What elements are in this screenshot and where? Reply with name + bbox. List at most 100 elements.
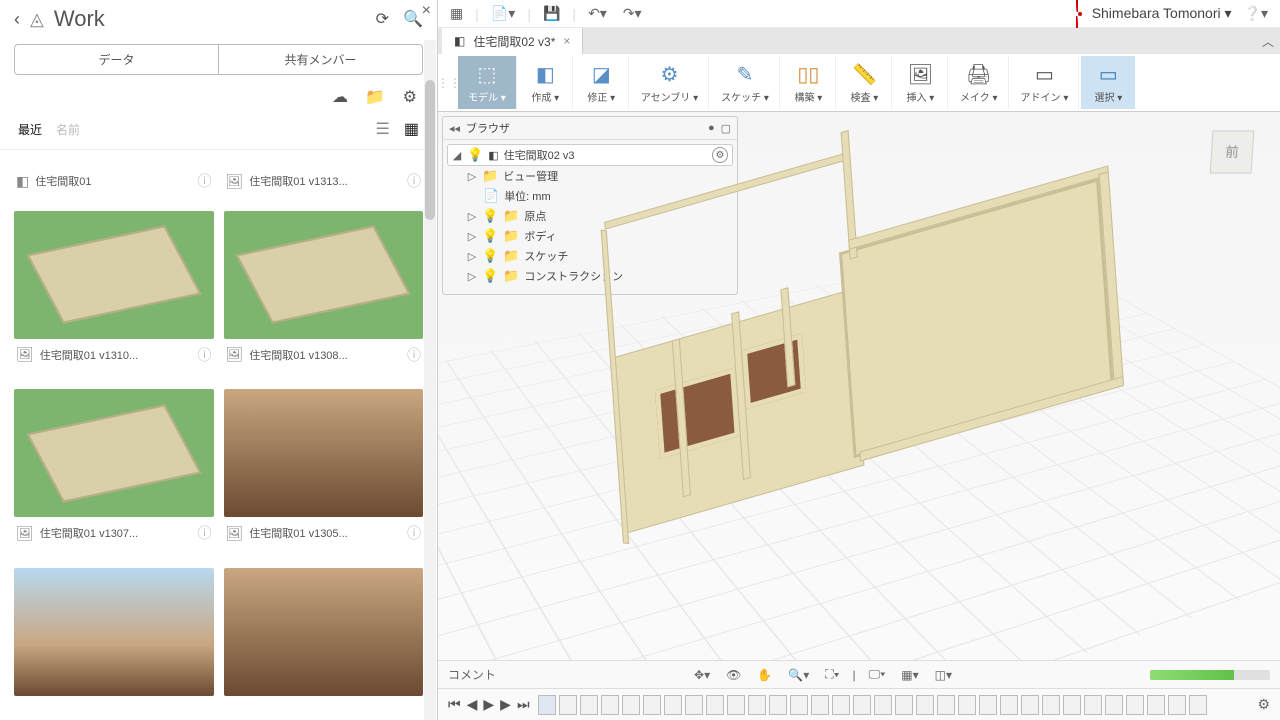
select-button[interactable]: ▭選択 ▾	[1081, 56, 1135, 109]
pan-icon[interactable]: ✋	[754, 668, 775, 682]
file-tab[interactable]: ◧ 住宅間取02 v3* ×	[442, 28, 583, 54]
grid-view-icon[interactable]: ▦	[404, 119, 419, 139]
info-icon[interactable]: ⓘ	[407, 171, 421, 191]
addin-button[interactable]: ▭アドイン ▾	[1011, 56, 1080, 109]
create-button[interactable]: ◧作成 ▾	[519, 56, 573, 109]
expand-icon[interactable]: ▷	[467, 250, 477, 263]
ribbon-grip[interactable]: ⋮⋮	[442, 56, 456, 109]
viewcube[interactable]: 前	[1202, 122, 1262, 182]
upload-icon[interactable]: ☁	[332, 89, 348, 106]
info-icon[interactable]: ⓘ	[198, 345, 212, 365]
timeline-prev-icon[interactable]: ◀	[467, 696, 478, 713]
timeline-end-icon[interactable]: ⏭	[517, 696, 530, 713]
expand-icon[interactable]: ▷	[467, 170, 477, 183]
folder-icon: 📁	[503, 228, 519, 244]
close-tab-icon[interactable]: ×	[563, 34, 570, 48]
timeline-settings-icon[interactable]: ⚙	[1257, 696, 1270, 713]
info-icon[interactable]: ⓘ	[198, 171, 212, 191]
info-icon[interactable]: ⓘ	[407, 523, 421, 543]
expand-icon[interactable]: ▷	[467, 230, 477, 243]
thumbnail[interactable]: 🖼住宅間取01 v1307...ⓘ	[14, 389, 214, 560]
assembly-button[interactable]: ⚙アセンブリ ▾	[631, 56, 709, 109]
folder-icon: 📁	[503, 248, 519, 264]
project-title: Work	[54, 6, 366, 32]
image-icon: 🖼	[226, 173, 244, 190]
close-panel-icon[interactable]: ×	[422, 2, 431, 20]
expand-icon[interactable]: ◢	[452, 149, 462, 162]
bulb-icon[interactable]: 💡	[467, 147, 483, 163]
viewport[interactable]: ◂◂ ブラウザ ● ▢ ◢ 💡 ◧ 住宅間取02 v3 ⚙ ▷📁ビュー管理 📄単…	[438, 112, 1280, 720]
data-panel: × ‹ ◬ Work ⟳ 🔍 データ 共有メンバー ☁ 📁 ⚙ 最近 名前 ☰ …	[0, 0, 438, 720]
thumbnail[interactable]	[14, 568, 214, 711]
image-icon: 🖼	[226, 525, 244, 542]
image-icon: 🖼	[16, 525, 34, 542]
undo-icon[interactable]: ↶▾	[584, 5, 611, 22]
refresh-icon[interactable]: ⟳	[376, 9, 389, 29]
sort-recent[interactable]: 最近	[18, 121, 42, 138]
tab-shared[interactable]: 共有メンバー	[219, 44, 423, 75]
search-icon[interactable]: 🔍	[403, 9, 423, 29]
grid-icon[interactable]: ▦▾	[898, 668, 921, 682]
list-item[interactable]: 🖼住宅間取01 v1313...ⓘ	[224, 160, 424, 203]
component-icon: ◧	[488, 149, 498, 162]
progress-bar	[1150, 670, 1270, 680]
make-button[interactable]: 🖨メイク ▾	[950, 56, 1009, 109]
component-icon: ◧	[16, 173, 29, 190]
info-icon[interactable]: ⓘ	[407, 345, 421, 365]
redo-icon[interactable]: ↷▾	[619, 5, 646, 22]
zoom-icon[interactable]: 🔍▾	[785, 668, 812, 682]
timeline-start-icon[interactable]: ⏮	[448, 696, 461, 713]
sketch-button[interactable]: ✎スケッチ ▾	[711, 56, 780, 109]
bulb-icon[interactable]: 💡	[482, 248, 498, 264]
help-icon[interactable]: ❔▾	[1240, 5, 1272, 22]
image-icon: 🖼	[226, 346, 244, 363]
look-icon[interactable]: 👁	[723, 668, 744, 682]
modify-button[interactable]: ◪修正 ▾	[575, 56, 629, 109]
folder-icon: 📁	[503, 268, 519, 284]
expand-icon[interactable]: ▷	[467, 270, 477, 283]
thumbnail[interactable]	[224, 568, 424, 711]
list-view-icon[interactable]: ☰	[376, 119, 390, 139]
save-icon[interactable]: 💾	[539, 5, 564, 22]
timeline-next-icon[interactable]: ▶	[500, 696, 511, 713]
construct-button[interactable]: ▯▯構築 ▾	[782, 56, 836, 109]
browser-title: ブラウザ	[466, 120, 510, 136]
timeline-play-icon[interactable]: ▶	[483, 696, 494, 713]
inspect-button[interactable]: 📏検査 ▾	[838, 56, 892, 109]
thumbnail[interactable]: 🖼住宅間取01 v1308...ⓘ	[224, 211, 424, 382]
display-icon[interactable]: 🖵▾	[866, 667, 889, 682]
expand-icon[interactable]: ▷	[467, 210, 477, 223]
thumbnail[interactable]: 🖼住宅間取01 v1310...ⓘ	[14, 211, 214, 382]
sort-name[interactable]: 名前	[56, 121, 80, 138]
collapse-ribbon-icon[interactable]: ︿	[1256, 28, 1280, 54]
back-icon[interactable]: ‹	[14, 9, 20, 30]
list-item[interactable]: ◧住宅間取01ⓘ	[14, 160, 214, 203]
thumbnail-grid: ◧住宅間取01ⓘ 🖼住宅間取01 v1313...ⓘ 🖼住宅間取01 v1310…	[0, 150, 437, 720]
bulb-icon[interactable]: 💡	[482, 208, 498, 224]
info-icon[interactable]: ⓘ	[198, 523, 212, 543]
bulb-icon[interactable]: 💡	[482, 228, 498, 244]
user-menu[interactable]: Shimebara Tomonori ▾	[1092, 5, 1232, 22]
gear-icon[interactable]: ⚙	[403, 89, 417, 106]
viewcube-face[interactable]: 前	[1210, 130, 1255, 173]
orbit-icon[interactable]: ✥▾	[691, 668, 713, 682]
scrollbar[interactable]	[424, 40, 436, 720]
image-icon: 🖼	[16, 346, 34, 363]
fit-icon[interactable]: ⛶▾	[822, 667, 842, 682]
folder-icon: 📁	[482, 168, 498, 184]
apps-icon[interactable]: ▦	[446, 5, 467, 22]
thumbnail[interactable]: 🖼住宅間取01 v1305...ⓘ	[224, 389, 424, 560]
model-button[interactable]: ⬚モデル ▾	[458, 56, 517, 109]
bulb-icon[interactable]: 💡	[482, 268, 498, 284]
folder-icon: 📁	[503, 208, 519, 224]
viewport-icon[interactable]: ◫▾	[932, 668, 955, 682]
comment-label[interactable]: コメント	[448, 666, 496, 683]
project-icon: ◬	[30, 9, 44, 30]
tab-data[interactable]: データ	[14, 44, 219, 75]
component-icon: ◧	[454, 34, 465, 48]
timeline-steps[interactable]	[538, 695, 1250, 715]
new-icon[interactable]: 📄▾	[487, 5, 519, 22]
new-folder-icon[interactable]: 📁	[365, 89, 385, 106]
browser-collapse-icon[interactable]: ◂◂	[449, 122, 460, 135]
insert-button[interactable]: 🖼挿入 ▾	[894, 56, 948, 109]
